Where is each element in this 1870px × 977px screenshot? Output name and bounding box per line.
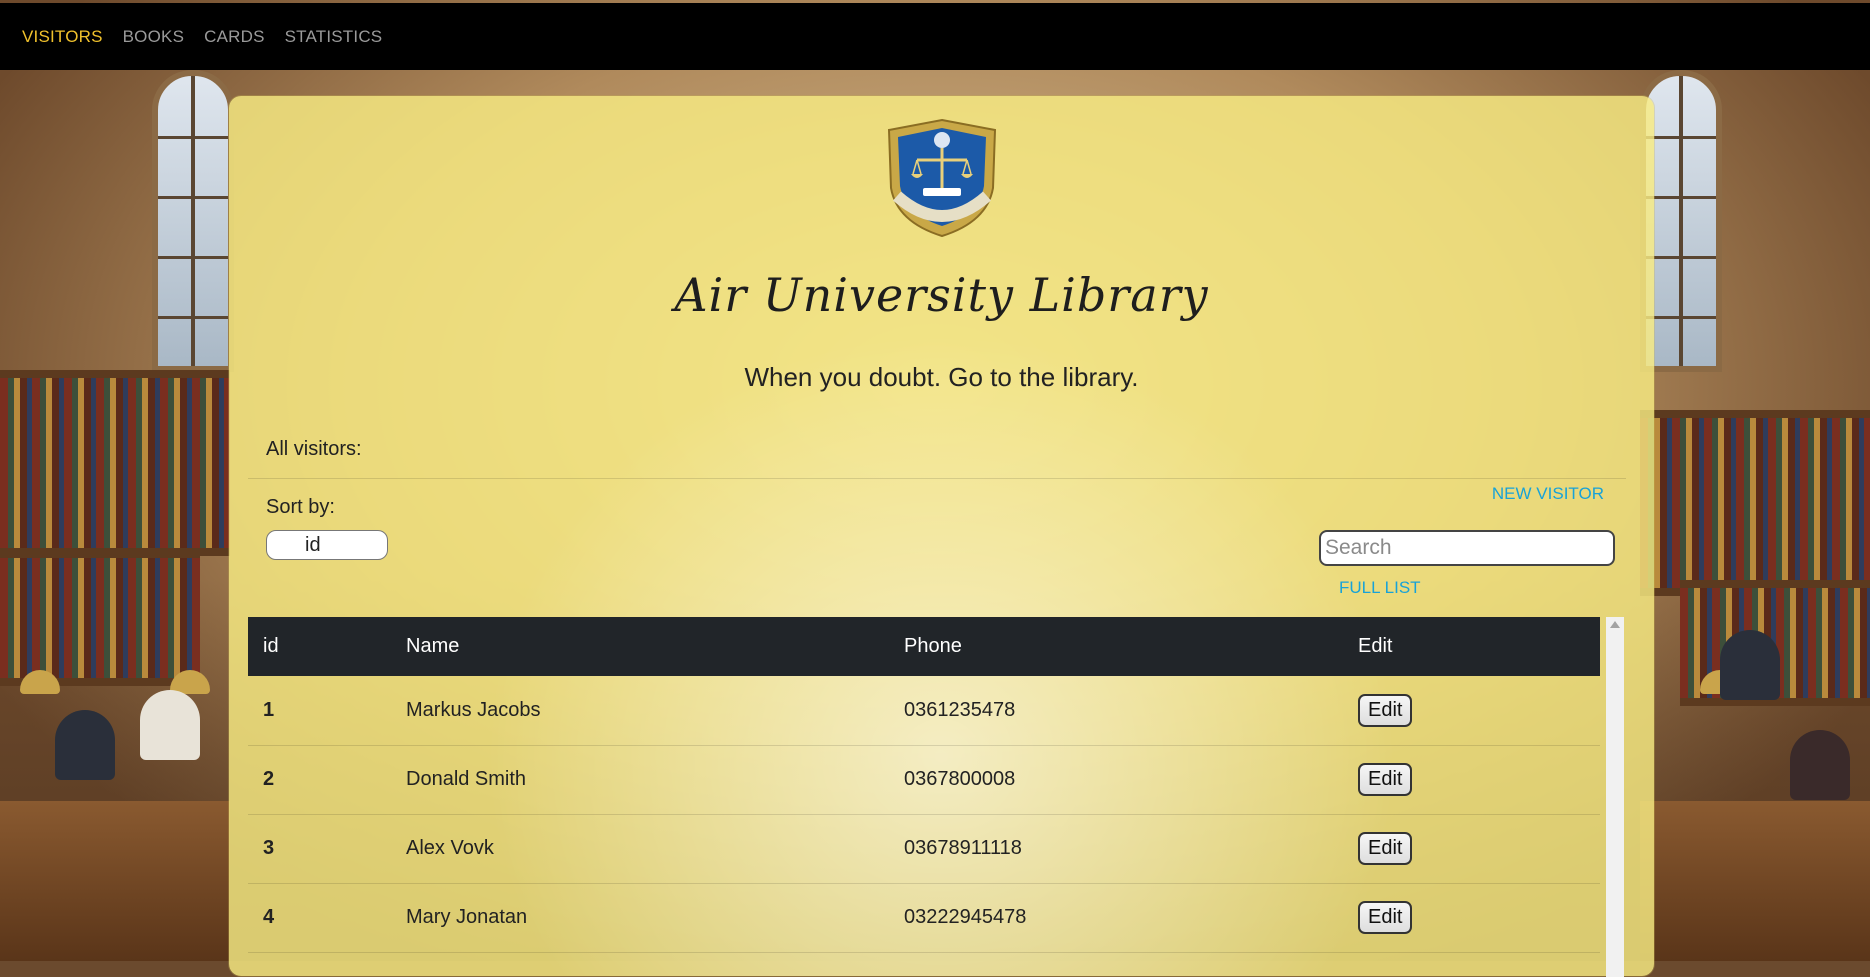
edit-button[interactable]: Edit xyxy=(1358,832,1413,865)
column-header-id: id xyxy=(263,635,279,657)
scroll-up-arrow-icon[interactable] xyxy=(1610,621,1620,628)
search-input[interactable] xyxy=(1319,530,1615,566)
arched-window xyxy=(152,70,234,372)
reading-desk xyxy=(1640,801,1870,961)
nav-statistics[interactable]: STATISTICS xyxy=(285,27,383,47)
cell-edit: Edit xyxy=(1343,745,1600,814)
cell-phone: 0367800008 xyxy=(904,768,1016,790)
cell-id: 2 xyxy=(263,768,275,790)
cell-name: Mary Jonatan xyxy=(406,906,528,928)
sort-select[interactable]: id xyxy=(266,530,388,560)
top-navbar: VISITORS BOOKS CARDS STATISTICS xyxy=(0,3,1870,70)
full-list-link[interactable]: FULL LIST xyxy=(1339,578,1421,598)
bookshelf xyxy=(1640,410,1870,596)
library-crest-icon xyxy=(887,118,997,238)
edit-button[interactable]: Edit xyxy=(1358,901,1413,934)
bookshelf xyxy=(0,370,230,556)
table-row: 3 Alex Vovk 03678911118 Edit xyxy=(248,814,1600,883)
column-header-edit: Edit xyxy=(1358,635,1393,657)
sort-label: Sort by: xyxy=(266,496,335,518)
cell-edit: Edit xyxy=(1343,883,1600,952)
table-row: 1 Markus Jacobs 0361235478 Edit xyxy=(248,676,1600,745)
column-header-name: Name xyxy=(406,635,460,657)
cell-phone: 03678911118 xyxy=(904,837,1022,859)
bookshelf xyxy=(0,550,200,686)
section-label: All visitors: xyxy=(266,438,362,460)
table-header-row: id Name Phone Edit xyxy=(248,617,1600,676)
table-row: 4 Mary Jonatan 03222945478 Edit xyxy=(248,883,1600,952)
background-right-scene xyxy=(1640,70,1870,961)
nav-visitors[interactable]: VISITORS xyxy=(22,27,103,47)
table-row: 2 Donald Smith 0367800008 Edit xyxy=(248,745,1600,814)
background-left-scene xyxy=(0,70,234,961)
visitors-table: id Name Phone Edit 1 Markus Jacobs 03612… xyxy=(248,617,1600,953)
page-title: Air University Library xyxy=(674,268,1209,322)
cell-name: Markus Jacobs xyxy=(406,698,541,721)
nav-cards[interactable]: CARDS xyxy=(204,27,265,47)
cell-name: Alex Vovk xyxy=(406,837,494,859)
new-visitor-link[interactable]: NEW VISITOR xyxy=(1492,484,1604,504)
cell-phone: 03222945478 xyxy=(904,906,1027,928)
cell-id: 1 xyxy=(263,698,275,721)
cell-phone: 0361235478 xyxy=(904,698,1016,721)
nav-books[interactable]: BOOKS xyxy=(123,27,184,47)
main-card: Air University Library When you doubt. G… xyxy=(229,96,1654,977)
cell-id: 3 xyxy=(263,837,275,859)
table-scrollbar[interactable] xyxy=(1606,617,1624,977)
cell-edit: Edit xyxy=(1343,676,1600,745)
column-header-phone: Phone xyxy=(904,635,962,657)
reading-desk xyxy=(0,801,230,961)
page-subtitle: When you doubt. Go to the library. xyxy=(744,362,1139,392)
cell-id: 4 xyxy=(263,906,275,928)
cell-edit: Edit xyxy=(1343,814,1600,883)
visitors-table-container: id Name Phone Edit 1 Markus Jacobs 03612… xyxy=(248,617,1600,977)
edit-button[interactable]: Edit xyxy=(1358,763,1413,796)
section-divider xyxy=(248,478,1626,479)
edit-button[interactable]: Edit xyxy=(1358,693,1413,727)
cell-name: Donald Smith xyxy=(406,768,527,790)
